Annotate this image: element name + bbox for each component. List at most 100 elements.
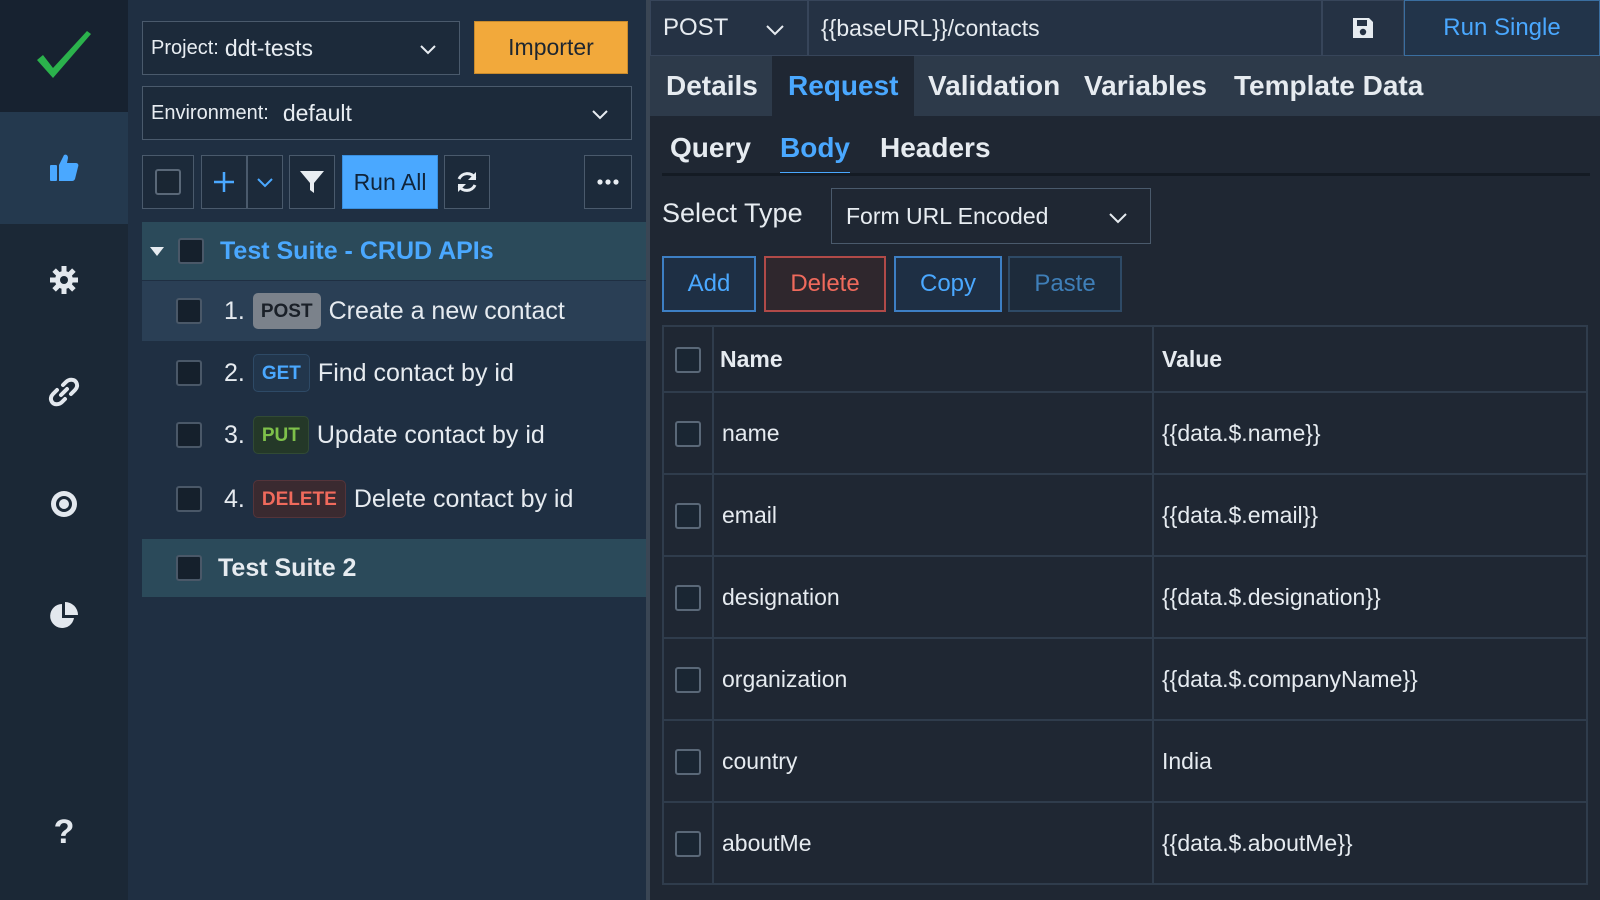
row-checkbox[interactable]	[675, 584, 701, 611]
suite-title: Test Suite - CRUD APIs	[220, 236, 494, 265]
param-value[interactable]: {{data.$.companyName}}	[1152, 637, 1588, 721]
add-button[interactable]	[201, 155, 247, 209]
row-checkbox-cell[interactable]	[662, 555, 714, 639]
tab-details[interactable]: Details	[650, 56, 774, 116]
more-options-button[interactable]	[584, 155, 632, 209]
expand-caret-icon[interactable]	[150, 246, 164, 256]
tree-test-case[interactable]: 2. GET Find contact by id	[142, 343, 646, 403]
nav-target[interactable]	[0, 448, 128, 560]
method-select[interactable]: POST	[650, 0, 808, 56]
row-checkbox-cell[interactable]	[662, 719, 714, 803]
column-header-value: Value	[1152, 325, 1588, 393]
checkmark-logo-icon	[37, 31, 91, 78]
nav-help[interactable]: ?	[0, 776, 128, 888]
nav-reports[interactable]	[0, 560, 128, 672]
filter-button[interactable]	[289, 155, 335, 209]
subtab-query[interactable]: Query	[670, 122, 751, 174]
table-row[interactable]: name {{data.$.name}}	[662, 391, 1588, 475]
test-case-name: Create a new contact	[328, 296, 565, 325]
table-row[interactable]: aboutMe {{data.$.aboutMe}}	[662, 801, 1588, 885]
table-row[interactable]: organization {{data.$.companyName}}	[662, 637, 1588, 721]
param-value[interactable]: {{data.$.aboutMe}}	[1152, 801, 1588, 885]
importer-button[interactable]: Importer	[474, 21, 628, 74]
run-single-button[interactable]: Run Single	[1404, 0, 1600, 56]
test-case-number: 1.	[224, 296, 245, 325]
delete-row-button[interactable]: Delete	[764, 256, 886, 312]
row-checkbox-cell[interactable]	[662, 473, 714, 557]
test-case-number: 4.	[224, 484, 245, 513]
tree-test-case[interactable]: 4. DELETE Delete contact by id	[142, 469, 646, 529]
add-dropdown-button[interactable]	[247, 155, 283, 209]
header-checkbox-cell[interactable]	[662, 325, 714, 393]
param-name[interactable]: aboutMe	[712, 801, 1154, 885]
test-case-checkbox[interactable]	[176, 298, 202, 324]
param-name[interactable]: email	[712, 473, 1154, 557]
filter-icon	[300, 171, 324, 193]
method-badge: GET	[252, 354, 310, 392]
nav-settings[interactable]	[0, 224, 128, 336]
test-case-checkbox[interactable]	[176, 422, 202, 448]
nav-links[interactable]	[0, 336, 128, 448]
param-name[interactable]: country	[712, 719, 1154, 803]
refresh-icon	[457, 172, 477, 192]
suite-checkbox[interactable]	[178, 238, 204, 264]
paste-rows-button[interactable]: Paste	[1008, 256, 1122, 312]
run-all-button[interactable]: Run All	[342, 155, 438, 209]
row-checkbox[interactable]	[675, 748, 701, 775]
project-value: ddt-tests	[224, 34, 314, 61]
column-header-name: Name	[712, 325, 1154, 393]
checkbox-icon	[155, 169, 181, 195]
suite-title: Test Suite 2	[218, 553, 357, 582]
param-name[interactable]: organization	[712, 637, 1154, 721]
add-row-button[interactable]: Add	[662, 256, 756, 312]
tab-template-data[interactable]: Template Data	[1218, 56, 1439, 116]
tab-request[interactable]: Request	[772, 56, 915, 116]
tree-test-case[interactable]: 3. PUT Update contact by id	[142, 405, 646, 465]
plus-icon	[214, 172, 234, 192]
row-checkbox-cell[interactable]	[662, 801, 714, 885]
tree-test-case[interactable]: 1. POST Create a new contact	[142, 281, 646, 341]
row-checkbox[interactable]	[675, 666, 701, 693]
suite-checkbox[interactable]	[176, 555, 202, 581]
table-row[interactable]: country India	[662, 719, 1588, 803]
copy-rows-button[interactable]: Copy	[894, 256, 1002, 312]
subtab-headers[interactable]: Headers	[880, 122, 991, 174]
nav-tests[interactable]	[0, 112, 128, 224]
test-case-name: Update contact by id	[316, 420, 545, 449]
url-input[interactable]: {{baseURL}}/contacts	[808, 0, 1322, 56]
select-all-checkbox[interactable]	[142, 155, 194, 209]
row-checkbox[interactable]	[675, 502, 701, 529]
project-select[interactable]: Project: ddt-tests	[142, 21, 460, 75]
table-row[interactable]: designation {{data.$.designation}}	[662, 555, 1588, 639]
tab-variables[interactable]: Variables	[1068, 56, 1223, 116]
select-type-value: Form URL Encoded	[846, 202, 1049, 229]
subtab-body[interactable]: Body	[780, 122, 850, 176]
save-button[interactable]	[1322, 0, 1404, 56]
row-checkbox-cell[interactable]	[662, 391, 714, 475]
test-case-checkbox[interactable]	[176, 360, 202, 386]
tree-suite[interactable]: Test Suite - CRUD APIs	[142, 222, 646, 280]
row-checkbox-cell[interactable]	[662, 637, 714, 721]
icon-rail: ?	[0, 0, 128, 900]
tab-validation[interactable]: Validation	[912, 56, 1076, 116]
gear-icon	[50, 266, 78, 294]
subtab-divider	[662, 173, 1590, 176]
select-type-dropdown[interactable]: Form URL Encoded	[831, 188, 1151, 244]
param-value[interactable]: India	[1152, 719, 1588, 803]
app-logo[interactable]	[0, 0, 128, 112]
refresh-button[interactable]	[444, 155, 490, 209]
table-row[interactable]: email {{data.$.email}}	[662, 473, 1588, 557]
param-value[interactable]: {{data.$.name}}	[1152, 391, 1588, 475]
param-value[interactable]: {{data.$.email}}	[1152, 473, 1588, 557]
tree-suite[interactable]: Test Suite 2	[142, 539, 646, 597]
environment-select[interactable]: Environment: default	[142, 86, 632, 140]
row-checkbox[interactable]	[675, 830, 701, 857]
param-name[interactable]: name	[712, 391, 1154, 475]
param-value[interactable]: {{data.$.designation}}	[1152, 555, 1588, 639]
environment-label: Environment:	[151, 101, 269, 124]
body-params-table: Name Value name {{data.$.name}} email {{…	[662, 325, 1588, 885]
select-all-rows-checkbox[interactable]	[675, 346, 701, 373]
param-name[interactable]: designation	[712, 555, 1154, 639]
test-case-checkbox[interactable]	[176, 486, 202, 512]
row-checkbox[interactable]	[675, 420, 701, 447]
